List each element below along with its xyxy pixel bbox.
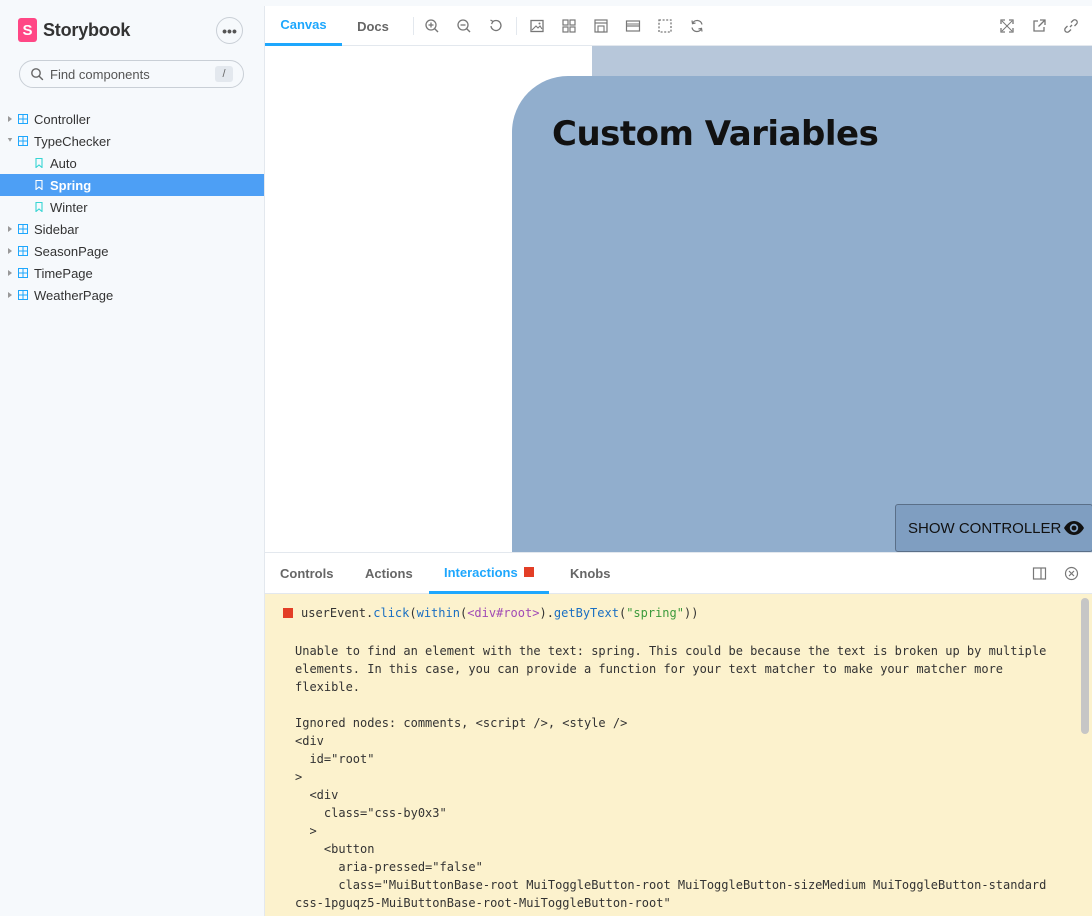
component-item-controller[interactable]: Controller xyxy=(0,108,264,130)
call-punct: ( xyxy=(409,606,417,620)
search-box[interactable]: / xyxy=(19,60,244,88)
call-punct: . xyxy=(546,606,554,620)
close-panel-icon[interactable] xyxy=(1064,566,1079,581)
bookmark-icon xyxy=(35,202,43,212)
tab-knobs[interactable]: Knobs xyxy=(570,553,610,594)
component-item-sidebar[interactable]: Sidebar xyxy=(0,218,264,240)
log-scrollbar[interactable] xyxy=(1081,598,1089,734)
search-shortcut: / xyxy=(215,66,233,82)
component-icon xyxy=(18,136,28,146)
page-title: Custom Variables xyxy=(552,114,879,154)
chevron-down-icon xyxy=(7,138,13,142)
zoom-reset-icon[interactable] xyxy=(488,18,504,34)
call-punct: ( xyxy=(618,606,627,620)
story-item-auto[interactable]: Auto xyxy=(0,152,264,174)
interaction-log: userEvent. click(within(<div#root>). getBy… xyxy=(265,594,1092,916)
call-within: within xyxy=(416,606,460,620)
error-status-icon xyxy=(283,608,293,618)
tree-item-label: Winter xyxy=(50,199,88,215)
background-icon[interactable] xyxy=(529,18,545,34)
panel-orientation-icon[interactable] xyxy=(1032,566,1047,581)
component-icon xyxy=(18,114,28,124)
show-controller-label: SHOW CONTROLLER xyxy=(908,519,1062,537)
open-new-tab-icon[interactable] xyxy=(1031,18,1047,34)
tree-item-label: WeatherPage xyxy=(34,287,114,303)
canvas-header-strip xyxy=(592,46,1092,76)
component-item-timepage[interactable]: TimePage xyxy=(0,262,264,284)
outline-icon[interactable] xyxy=(657,18,673,34)
viewport-icon[interactable] xyxy=(593,18,609,34)
search-input[interactable] xyxy=(50,66,210,82)
call-query: getByText xyxy=(553,606,619,620)
grid-icon[interactable] xyxy=(561,18,577,34)
sidebar: S Storybook ••• / Controller TypeChecker A… xyxy=(0,0,264,916)
toolbar-divider xyxy=(516,17,517,35)
zoom-out-icon[interactable] xyxy=(456,18,472,34)
bookmark-icon xyxy=(35,158,43,168)
tree-item-label: Auto xyxy=(50,155,77,171)
component-icon xyxy=(18,290,28,300)
component-tree: Controller TypeChecker Auto Spring Winter Sid… xyxy=(0,108,264,306)
addon-panel-tabs: Controls Actions Interactions Knobs xyxy=(265,552,1092,594)
eye-icon xyxy=(1064,521,1085,535)
story-item-spring[interactable]: Spring xyxy=(0,174,264,196)
chevron-right-icon xyxy=(8,248,12,254)
brand-name: Storybook xyxy=(43,19,131,40)
tab-controls[interactable]: Controls xyxy=(280,553,333,594)
show-controller-button[interactable]: SHOW CONTROLLER xyxy=(895,504,1092,552)
bookmark-icon xyxy=(35,180,43,190)
tab-interactions-label: Interactions xyxy=(444,564,518,580)
sidebar-menu-button[interactable]: ••• xyxy=(216,17,243,44)
component-icon xyxy=(18,224,28,234)
component-icon xyxy=(18,246,28,256)
tree-item-label: Controller xyxy=(34,111,91,127)
tab-interactions[interactable]: Interactions xyxy=(429,553,549,594)
copy-link-icon[interactable] xyxy=(1063,18,1079,34)
tree-item-label: TypeChecker xyxy=(34,133,111,149)
tab-docs[interactable]: Docs xyxy=(342,6,404,46)
tab-canvas[interactable]: Canvas xyxy=(265,6,342,46)
chevron-right-icon xyxy=(8,116,12,122)
story-item-winter[interactable]: Winter xyxy=(0,196,264,218)
more-icon: ••• xyxy=(222,22,237,39)
error-message: Unable to find an element with the text:… xyxy=(295,644,1047,910)
main-area: Canvas Docs Custom Variables SHOW CONTRO… xyxy=(264,6,1092,916)
chevron-right-icon xyxy=(8,226,12,232)
zoom-in-icon[interactable] xyxy=(424,18,440,34)
tree-item-label: Sidebar xyxy=(34,221,79,237)
season-card: Custom Variables xyxy=(512,76,1092,552)
call-punct: ) xyxy=(539,606,547,620)
call-object: userEvent. xyxy=(301,606,374,620)
tree-item-label: SeasonPage xyxy=(34,243,109,259)
tab-actions[interactable]: Actions xyxy=(365,553,413,594)
error-badge xyxy=(523,567,534,577)
toolbar: Canvas Docs xyxy=(265,6,1092,46)
component-item-typechecker[interactable]: TypeChecker xyxy=(0,130,264,152)
toolbar-divider xyxy=(413,17,414,35)
storybook-logo-icon: S xyxy=(18,18,37,42)
tree-item-label: TimePage xyxy=(34,265,93,281)
component-icon xyxy=(18,268,28,278)
search-icon xyxy=(31,68,44,81)
remount-icon[interactable] xyxy=(689,18,705,34)
call-method: click xyxy=(373,606,410,620)
call-punct: ( xyxy=(459,606,468,620)
fullscreen-icon[interactable] xyxy=(999,18,1015,34)
call-argument: "spring" xyxy=(626,606,684,620)
call-element: <div#root> xyxy=(467,606,540,620)
call-punct: )) xyxy=(683,606,699,620)
chevron-right-icon xyxy=(8,270,12,276)
log-entry-call[interactable]: userEvent. click(within(<div#root>). getBy… xyxy=(283,606,698,620)
component-item-weatherpage[interactable]: WeatherPage xyxy=(0,284,264,306)
story-canvas: Custom Variables SHOW CONTROLLER xyxy=(265,46,1092,552)
measure-icon[interactable] xyxy=(625,18,641,34)
chevron-right-icon xyxy=(8,292,12,298)
brand[interactable]: S Storybook xyxy=(18,18,130,42)
component-item-seasonpage[interactable]: SeasonPage xyxy=(0,240,264,262)
tree-item-label: Spring xyxy=(50,177,92,193)
